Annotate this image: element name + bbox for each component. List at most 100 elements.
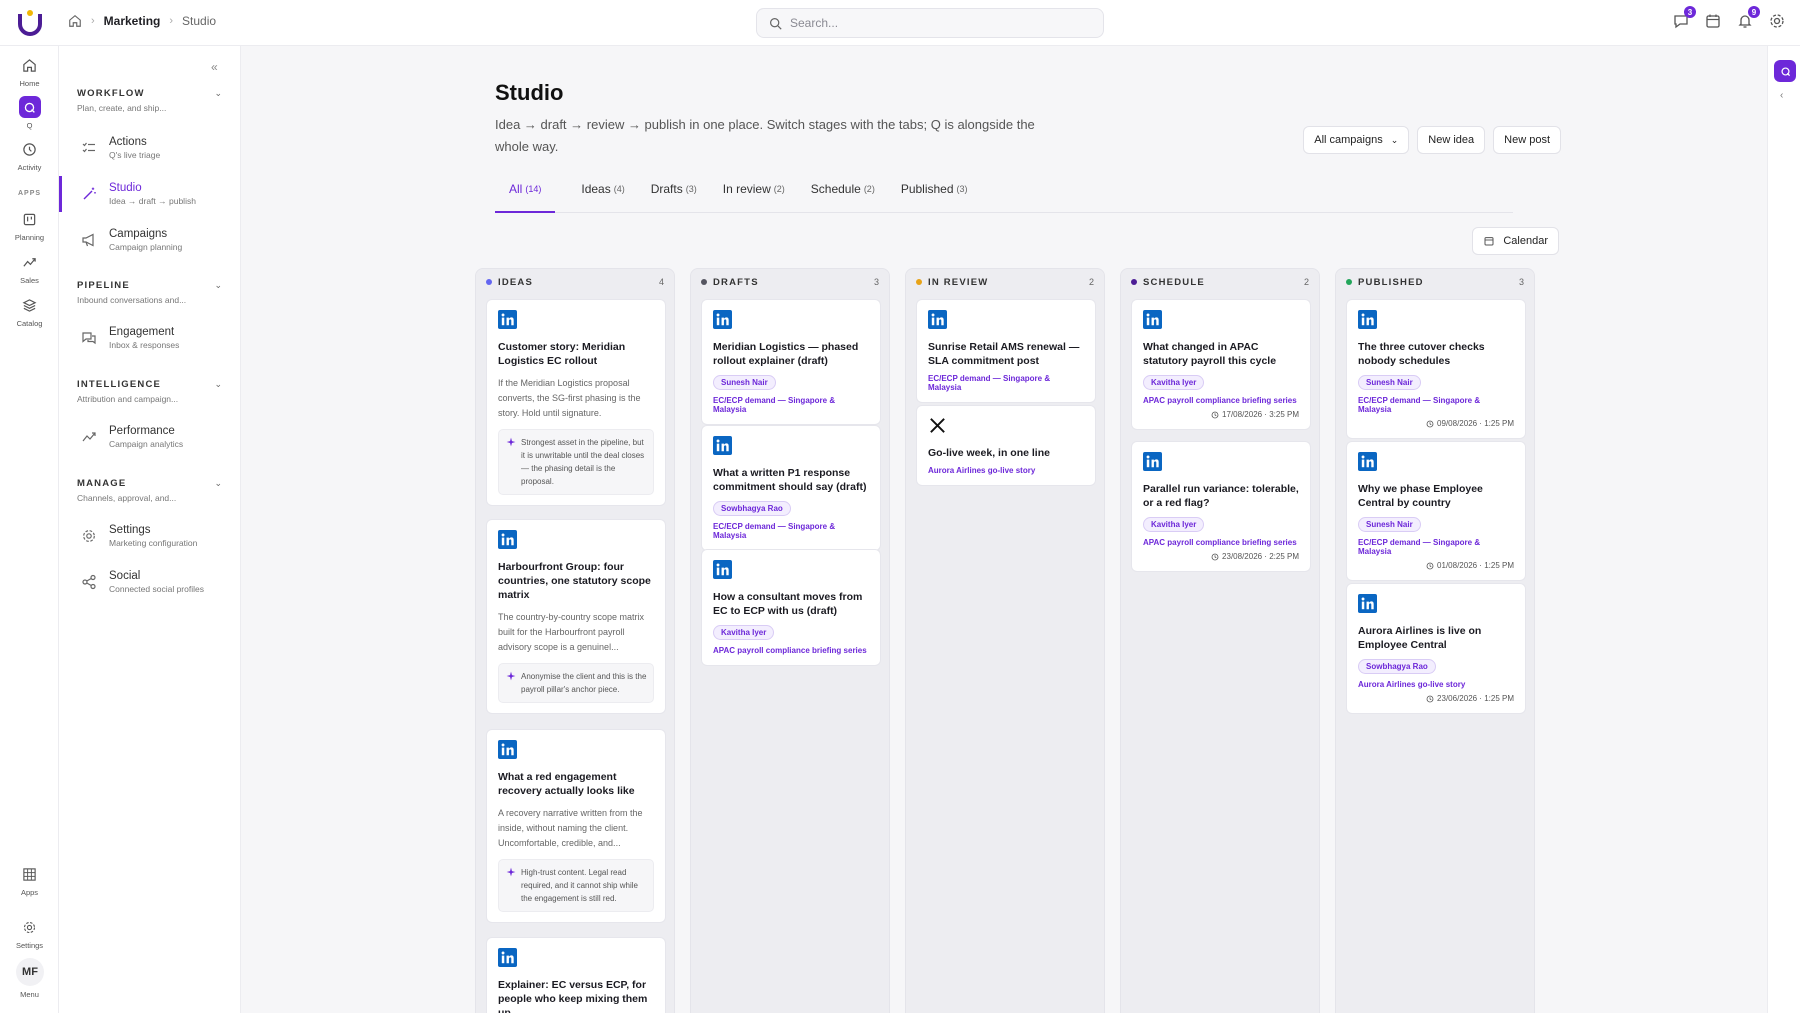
clock-icon bbox=[1426, 420, 1434, 427]
campaign-link[interactable]: EC/ECP demand — Singapore & Malaysia bbox=[1358, 396, 1514, 414]
sidebar-item-performance[interactable]: Performance Campaign analytics bbox=[59, 419, 241, 455]
sidebar-item-campaigns[interactable]: Campaigns Campaign planning bbox=[59, 222, 241, 258]
rail-item-planning[interactable]: Planning bbox=[0, 208, 59, 242]
post-card[interactable]: Parallel run variance: tolerable, or a r… bbox=[1131, 441, 1311, 572]
section-manage[interactable]: MANAGE Channels, approval, and... ⌄ bbox=[77, 478, 222, 503]
post-card[interactable]: What a written P1 response commitment sh… bbox=[701, 425, 881, 551]
tab-all[interactable]: All (14) bbox=[495, 176, 556, 213]
tab-published[interactable]: Published (3) bbox=[901, 176, 968, 213]
post-card[interactable]: Sunrise Retail AMS renewal — SLA commitm… bbox=[916, 299, 1096, 403]
owner-tag[interactable]: Kavitha Iyer bbox=[713, 625, 775, 640]
clock-icon bbox=[1426, 695, 1434, 702]
owner-tag[interactable]: Kavitha Iyer bbox=[1143, 375, 1205, 390]
planning-icon bbox=[23, 213, 36, 225]
avatar[interactable]: MF bbox=[16, 958, 44, 986]
linkedin-icon bbox=[1358, 452, 1377, 471]
post-card[interactable]: How a consultant moves from EC to ECP wi… bbox=[701, 549, 881, 666]
owner-tag[interactable]: Sunesh Nair bbox=[713, 375, 776, 390]
rail-item-activity[interactable]: Activity bbox=[0, 138, 59, 172]
owner-tag[interactable]: Sunesh Nair bbox=[1358, 517, 1421, 532]
campaign-link[interactable]: APAC payroll compliance briefing series bbox=[1143, 396, 1299, 405]
breadcrumb-marketing[interactable]: Marketing bbox=[104, 14, 161, 28]
campaign-link[interactable]: APAC payroll compliance briefing series bbox=[1143, 538, 1299, 547]
tab-ideas[interactable]: Ideas (4) bbox=[581, 176, 624, 213]
post-card[interactable]: Explainer: EC versus ECP, for people who… bbox=[486, 937, 666, 1013]
post-card[interactable]: Customer story: Meridian Logistics EC ro… bbox=[486, 299, 666, 506]
home-icon[interactable] bbox=[68, 14, 82, 28]
chevron-left-icon[interactable]: ‹ bbox=[1780, 90, 1783, 101]
tab-drafts[interactable]: Drafts (3) bbox=[651, 176, 697, 213]
trend-icon bbox=[82, 432, 96, 442]
column-title: DRAFTS bbox=[713, 276, 759, 288]
nav-subtitle: Idea → draft → publish bbox=[109, 196, 196, 206]
owner-tag[interactable]: Sowbhagya Rao bbox=[713, 501, 791, 516]
owner-tag[interactable]: Sowbhagya Rao bbox=[1358, 659, 1436, 674]
section-pipeline[interactable]: PIPELINE Inbound conversations and... ⌄ bbox=[77, 280, 222, 305]
linkedin-icon bbox=[713, 560, 732, 579]
campaign-link[interactable]: EC/ECP demand — Singapore & Malaysia bbox=[713, 522, 869, 540]
nav-title: Actions bbox=[109, 136, 147, 148]
calendar-button[interactable] bbox=[1704, 12, 1722, 30]
q-note-text: Anonymise the client and this is the pay… bbox=[521, 672, 647, 694]
linkedin-icon bbox=[1358, 594, 1377, 613]
nav-title: Campaigns bbox=[109, 228, 168, 240]
calendar-icon bbox=[1484, 237, 1494, 246]
owner-tag[interactable]: Sunesh Nair bbox=[1358, 375, 1421, 390]
campaign-link[interactable]: Aurora Airlines go-live story bbox=[1358, 680, 1514, 689]
messages-button[interactable]: 3 bbox=[1672, 6, 1696, 30]
settings-button[interactable] bbox=[1768, 12, 1786, 30]
chevron-down-icon: ⌄ bbox=[214, 478, 222, 488]
post-card[interactable]: Meridian Logistics — phased rollout expl… bbox=[701, 299, 881, 425]
new-post-button[interactable]: New post bbox=[1493, 126, 1561, 154]
rail-item-home[interactable]: Home bbox=[0, 54, 59, 88]
post-card[interactable]: What a red engagement recovery actually … bbox=[486, 729, 666, 923]
column-published: PUBLISHED 3 The three cutover checks nobod… bbox=[1335, 268, 1535, 1013]
section-workflow[interactable]: WORKFLOW Plan, create, and ship... ⌄ bbox=[77, 88, 222, 113]
card-body: If the Meridian Logistics proposal conve… bbox=[498, 378, 641, 418]
post-card[interactable]: Harbourfront Group: four countries, one … bbox=[486, 519, 666, 714]
rail-item-catalog[interactable]: Catalog bbox=[0, 294, 59, 328]
card-title: What a red engagement recovery actually … bbox=[498, 771, 635, 797]
rail-item-q[interactable]: Q bbox=[0, 96, 59, 130]
campaign-link[interactable]: Aurora Airlines go-live story bbox=[928, 466, 1084, 475]
chevron-down-icon: ⌄ bbox=[214, 379, 222, 389]
tab-in-review[interactable]: In review (2) bbox=[723, 176, 785, 213]
campaign-link[interactable]: EC/ECP demand — Singapore & Malaysia bbox=[713, 396, 869, 414]
campaign-link[interactable]: EC/ECP demand — Singapore & Malaysia bbox=[1358, 538, 1514, 556]
brand-logo-icon[interactable] bbox=[16, 8, 44, 38]
post-card[interactable]: Go-live week, in one line Aurora Airlines… bbox=[916, 405, 1096, 486]
post-card[interactable]: Why we phase Employee Central by country… bbox=[1346, 441, 1526, 581]
section-intelligence[interactable]: INTELLIGENCE Attribution and campaign...… bbox=[77, 379, 222, 404]
new-idea-button[interactable]: New idea bbox=[1417, 126, 1486, 154]
rail-item-apps[interactable]: Apps bbox=[0, 863, 59, 897]
notifications-button[interactable]: 9 bbox=[1736, 6, 1760, 30]
nav-title: Settings bbox=[109, 524, 151, 536]
rail-item-sales[interactable]: Sales bbox=[0, 251, 59, 285]
collapse-sidebar-icon[interactable]: « bbox=[211, 60, 218, 74]
post-card[interactable]: The three cutover checks nobody schedule… bbox=[1346, 299, 1526, 439]
linkedin-icon bbox=[498, 310, 517, 329]
q-assistant-button[interactable] bbox=[1774, 60, 1796, 82]
sidebar-item-studio[interactable]: Studio Idea → draft → publish bbox=[59, 176, 241, 212]
linkedin-icon bbox=[713, 310, 732, 329]
sparkle-icon bbox=[506, 867, 516, 877]
calendar-view-button[interactable]: Calendar bbox=[1472, 227, 1559, 255]
sidebar-item-actions[interactable]: Actions Q's live triage bbox=[59, 130, 241, 166]
sidebar-item-engagement[interactable]: Engagement Inbox & responses bbox=[59, 320, 241, 356]
rail-label: Home bbox=[19, 79, 40, 88]
owner-tag[interactable]: Kavitha Iyer bbox=[1143, 517, 1205, 532]
campaign-link[interactable]: APAC payroll compliance briefing series bbox=[713, 646, 869, 655]
post-card[interactable]: What changed in APAC statutory payroll t… bbox=[1131, 299, 1311, 430]
search-box[interactable] bbox=[756, 8, 1104, 38]
sidebar-item-social[interactable]: Social Connected social profiles bbox=[59, 564, 241, 600]
tab-schedule[interactable]: Schedule (2) bbox=[811, 176, 875, 213]
column-header: SCHEDULE 2 bbox=[1121, 269, 1319, 295]
post-card[interactable]: Aurora Airlines is live on Employee Cent… bbox=[1346, 583, 1526, 714]
search-input[interactable] bbox=[790, 16, 1080, 30]
campaign-filter-dropdown[interactable]: All campaigns ⌄ bbox=[1303, 126, 1410, 154]
scheduled-time: 23/08/2026 · 2:25 PM bbox=[1143, 552, 1299, 561]
campaign-link[interactable]: EC/ECP demand — Singapore & Malaysia bbox=[928, 374, 1084, 392]
rail-item-settings[interactable]: Settings bbox=[0, 916, 59, 950]
section-title: PIPELINE bbox=[77, 280, 130, 291]
sidebar-item-settings[interactable]: Settings Marketing configuration bbox=[59, 518, 241, 554]
